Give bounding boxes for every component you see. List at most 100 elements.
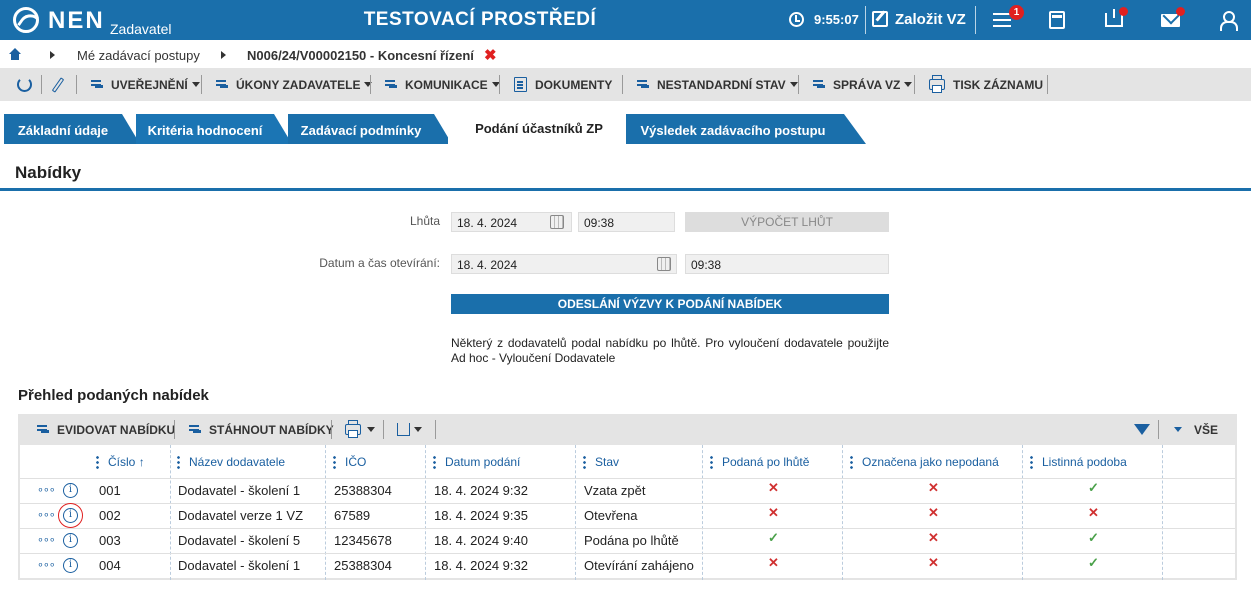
- chevron-right-icon: [221, 51, 226, 59]
- create-vz-button[interactable]: Založit VZ: [895, 11, 966, 28]
- cell-nazev: Dodavatel - školení 5: [178, 533, 301, 548]
- divider: [1158, 420, 1159, 439]
- cell-nazev: Dodavatel - školení 1: [178, 558, 301, 573]
- tab-vysledek[interactable]: Výsledek zadávacího postupu: [626, 114, 866, 144]
- odeslani-vyzvy-button[interactable]: ODESLÁNÍ VÝZVY K PODÁNÍ NABÍDEK: [451, 294, 889, 314]
- calendar-icon[interactable]: [550, 215, 564, 229]
- stahnout-nabidky-button[interactable]: STÁHNOUT NABÍDKY: [189, 414, 334, 445]
- divider: [865, 6, 866, 34]
- lhuta-label: Lhůta: [409, 214, 440, 228]
- environment-title: TESTOVACÍ PROSTŘEDÍ: [363, 9, 597, 30]
- menu-ukony-zadavatele[interactable]: ÚKONY ZADAVATELE: [216, 68, 373, 101]
- column-menu-icon[interactable]: [850, 455, 853, 469]
- cell-ico: 12345678: [334, 533, 392, 548]
- evidovat-nabidku-button[interactable]: EVIDOVAT NABÍDKU: [37, 414, 175, 445]
- filter-button[interactable]: [1134, 414, 1150, 445]
- column-menu-icon[interactable]: [710, 455, 713, 469]
- cell-ico: 67589: [334, 508, 371, 523]
- logo-subtitle: Zadavatel: [110, 21, 172, 37]
- column-menu-icon[interactable]: [177, 455, 180, 469]
- lhuta-time-field[interactable]: 09:38: [578, 212, 675, 232]
- info-icon[interactable]: i: [63, 558, 78, 573]
- edit-button[interactable]: [51, 68, 65, 101]
- inbox-alert-dot: [1119, 7, 1128, 16]
- column-menu-icon[interactable]: [1030, 455, 1033, 469]
- divider: [622, 75, 623, 94]
- column-menu-icon[interactable]: [433, 455, 436, 469]
- column-header-cislo[interactable]: Číslo ↑: [96, 445, 145, 478]
- notification-badge: 1: [1009, 5, 1024, 20]
- column-header-listinna[interactable]: Listinná podoba: [1030, 445, 1127, 478]
- mail-icon[interactable]: [1161, 14, 1180, 27]
- document-icon: [514, 77, 527, 92]
- divider: [0, 188, 1251, 191]
- more-options-icon[interactable]: ∘∘∘: [37, 558, 56, 571]
- vypocet-lhut-button[interactable]: VÝPOČET LHŮT: [685, 212, 889, 232]
- divider: [370, 75, 371, 94]
- refresh-button[interactable]: [17, 68, 32, 101]
- cell-stav: Otevřena: [584, 508, 638, 523]
- column-header-nepodana[interactable]: Označena jako nepodaná: [850, 445, 999, 478]
- cross-icon: ✕: [928, 555, 939, 570]
- column-menu-icon[interactable]: [333, 455, 336, 469]
- export-menu-button[interactable]: [397, 414, 422, 445]
- breadcrumb-my-procedures[interactable]: Mé zadávací postupy: [77, 48, 200, 63]
- edit-icon[interactable]: [872, 11, 888, 27]
- refresh-icon: [17, 77, 32, 92]
- menu-icon[interactable]: [993, 13, 1011, 27]
- session-time: 9:55:07: [814, 12, 859, 27]
- cross-icon: ✕: [768, 505, 779, 520]
- menu-sprava-vz[interactable]: SPRÁVA VZ: [813, 68, 913, 101]
- function-icon: [385, 78, 399, 92]
- tab-zadavaci-podminky[interactable]: Zadávací podmínky: [288, 114, 452, 144]
- logo-text[interactable]: NEN: [48, 7, 105, 35]
- nen-logo-icon[interactable]: [13, 7, 39, 33]
- cell-stav: Vzata zpět: [584, 483, 646, 498]
- table-row[interactable]: ∘∘∘ i 003 Dodavatel - školení 5 12345678…: [20, 528, 1235, 553]
- tisk-zaznamu-button[interactable]: TISK ZÁZNAMU: [929, 68, 1043, 101]
- column-header-stav[interactable]: Stav: [583, 445, 619, 478]
- more-options-icon[interactable]: ∘∘∘: [37, 533, 56, 546]
- chevron-right-icon: [50, 51, 55, 59]
- mail-alert-dot: [1176, 7, 1185, 16]
- calendar-icon[interactable]: [657, 257, 671, 271]
- close-icon[interactable]: ✖: [484, 46, 497, 64]
- menu-dokumenty[interactable]: DOKUMENTY: [514, 68, 612, 101]
- divider: [76, 75, 77, 94]
- home-icon[interactable]: [9, 48, 21, 60]
- table-row[interactable]: ∘∘∘ i 002 Dodavatel verze 1 VZ 67589 18.…: [20, 503, 1235, 528]
- user-icon[interactable]: [1219, 11, 1238, 31]
- info-icon[interactable]: i: [58, 503, 83, 528]
- divider: [383, 420, 384, 439]
- more-options-icon[interactable]: ∘∘∘: [37, 483, 56, 496]
- table-row[interactable]: ∘∘∘ i 001 Dodavatel - školení 1 25388304…: [20, 478, 1235, 503]
- menu-nestandardni-stav[interactable]: NESTANDARDNÍ STAV: [637, 68, 798, 101]
- column-header-ico[interactable]: IČO: [333, 445, 366, 478]
- table-row[interactable]: ∘∘∘ i 004 Dodavatel - školení 1 25388304…: [20, 553, 1235, 578]
- caret-down-icon: [1174, 427, 1182, 432]
- column-menu-icon[interactable]: [583, 455, 586, 469]
- otevirani-date-field[interactable]: 18. 4. 2024: [451, 254, 677, 274]
- info-icon[interactable]: i: [63, 533, 78, 548]
- more-options-icon[interactable]: ∘∘∘: [37, 508, 56, 521]
- tab-podani-ucastniku[interactable]: Podání účastníků ZP: [448, 112, 630, 144]
- cell-stav: Podána po lhůtě: [584, 533, 679, 548]
- filter-icon: [1134, 424, 1150, 435]
- info-icon[interactable]: i: [63, 483, 78, 498]
- calculator-icon[interactable]: [1049, 11, 1065, 29]
- menu-komunikace[interactable]: KOMUNIKACE: [385, 68, 500, 101]
- column-header-datum[interactable]: Datum podání: [433, 445, 520, 478]
- divider: [1047, 75, 1048, 94]
- cell-nazev: Dodavatel - školení 1: [178, 483, 301, 498]
- print-menu-button[interactable]: [345, 414, 375, 445]
- column-header-nazev[interactable]: Název dodavatele: [177, 445, 285, 478]
- menu-uverejneni[interactable]: UVEŘEJNĚNÍ: [91, 68, 200, 101]
- otevirani-time-field[interactable]: 09:38: [685, 254, 889, 274]
- column-header-po-lhute[interactable]: Podaná po lhůtě: [710, 445, 809, 478]
- cell-cislo: 001: [99, 483, 121, 498]
- vse-dropdown[interactable]: VŠE: [1174, 414, 1218, 445]
- column-menu-icon[interactable]: [96, 455, 99, 469]
- check-icon: ✓: [1088, 555, 1099, 570]
- tab-zakladni-udaje[interactable]: Základní údaje: [4, 114, 140, 144]
- tab-kriteria-hodnoceni[interactable]: Kritéria hodnocení: [136, 114, 292, 144]
